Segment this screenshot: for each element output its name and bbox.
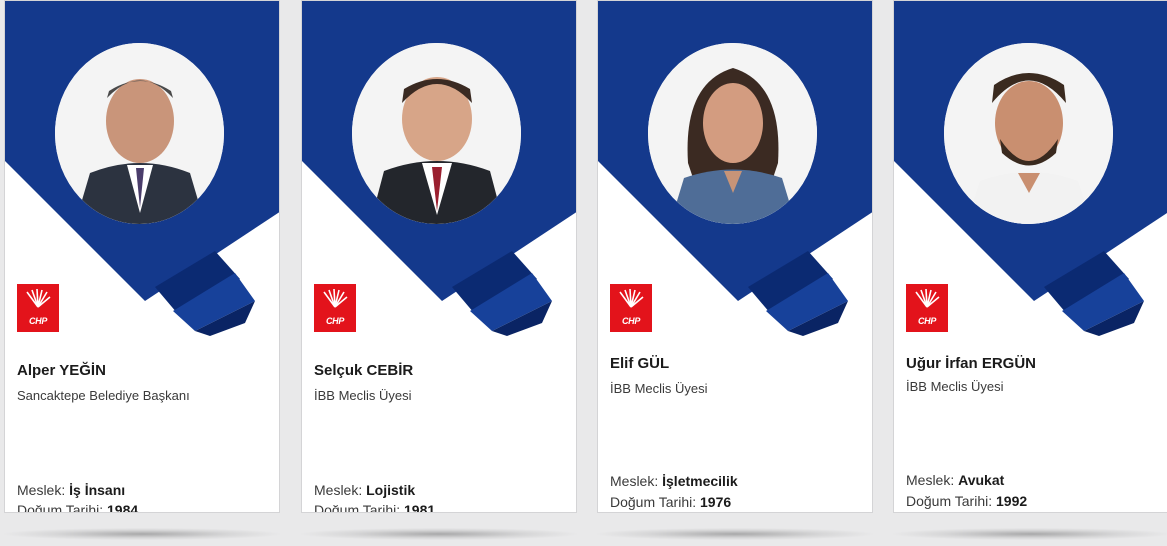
birth-date-label: Doğum Tarihi:	[314, 502, 401, 513]
birth-date-label: Doğum Tarihi:	[906, 493, 993, 509]
party-logo-text: CHP	[325, 316, 345, 326]
chp-six-arrows-icon	[323, 289, 348, 308]
member-card[interactable]: CHP Selçuk CEBİR İBB Meclis Üyesi Meslek…	[301, 0, 577, 513]
card-shadow	[301, 528, 577, 540]
profession-label: Meslek:	[314, 482, 363, 498]
birth-date-label: Doğum Tarihi:	[17, 502, 104, 513]
profession-line: Meslek: Lojistik	[314, 482, 415, 498]
member-title: Sancaktepe Belediye Başkanı	[17, 388, 190, 403]
member-card[interactable]: CHP Alper YEĞİN Sancaktepe Belediye Başk…	[4, 0, 280, 513]
party-logo: CHP	[906, 284, 948, 332]
birth-date-line: Doğum Tarihi: 1981	[314, 502, 436, 513]
member-name: Elif GÜL	[610, 355, 670, 372]
chp-six-arrows-icon	[915, 289, 940, 308]
card-shadow	[893, 528, 1167, 540]
birth-date-line: Doğum Tarihi: 1984	[17, 502, 139, 513]
birth-date-label: Doğum Tarihi:	[610, 494, 697, 510]
profession-line: Meslek: Avukat	[906, 472, 1004, 488]
birth-date-line: Doğum Tarihi: 1992	[906, 493, 1027, 509]
card-shadow	[4, 528, 280, 540]
party-logo-text: CHP	[28, 316, 48, 326]
member-photo	[648, 43, 817, 224]
birth-date-value: 1992	[996, 493, 1028, 509]
member-name: Uğur İrfan ERGÜN	[906, 355, 1037, 372]
profession-line: Meslek: İşletmecilik	[610, 473, 738, 489]
member-title: İBB Meclis Üyesi	[906, 379, 1004, 394]
member-photo	[352, 43, 521, 224]
chp-six-arrows-icon	[619, 289, 644, 308]
profession-value: İş İnsanı	[69, 482, 126, 498]
card-shadow	[597, 528, 873, 540]
profession-value: Lojistik	[366, 482, 416, 498]
party-logo-text: CHP	[917, 316, 937, 326]
member-photo	[55, 43, 224, 224]
member-card[interactable]: CHP Elif GÜL İBB Meclis Üyesi Meslek: İş…	[597, 0, 873, 513]
party-logo: CHP	[314, 284, 356, 332]
birth-date-value: 1976	[700, 494, 732, 510]
member-name: Selçuk CEBİR	[314, 362, 414, 379]
member-title: İBB Meclis Üyesi	[610, 381, 708, 396]
member-title: İBB Meclis Üyesi	[314, 388, 412, 403]
party-logo: CHP	[610, 284, 652, 332]
party-logo: CHP	[17, 284, 59, 332]
profession-value: İşletmecilik	[662, 473, 738, 489]
profession-label: Meslek:	[906, 472, 955, 488]
profession-label: Meslek:	[610, 473, 659, 489]
member-photo	[944, 43, 1113, 224]
profession-label: Meslek:	[17, 482, 66, 498]
birth-date-value: 1984	[107, 502, 139, 513]
birth-date-line: Doğum Tarihi: 1976	[610, 494, 731, 510]
member-name: Alper YEĞİN	[17, 362, 106, 379]
member-card[interactable]: CHP Uğur İrfan ERGÜN İBB Meclis Üyesi Me…	[893, 0, 1167, 513]
chp-six-arrows-icon	[26, 289, 51, 308]
profession-value: Avukat	[958, 472, 1005, 488]
profession-line: Meslek: İş İnsanı	[17, 482, 125, 498]
birth-date-value: 1981	[404, 502, 436, 513]
party-logo-text: CHP	[621, 316, 641, 326]
member-cards-row: CHP Alper YEĞİN Sancaktepe Belediye Başk…	[0, 0, 1167, 546]
